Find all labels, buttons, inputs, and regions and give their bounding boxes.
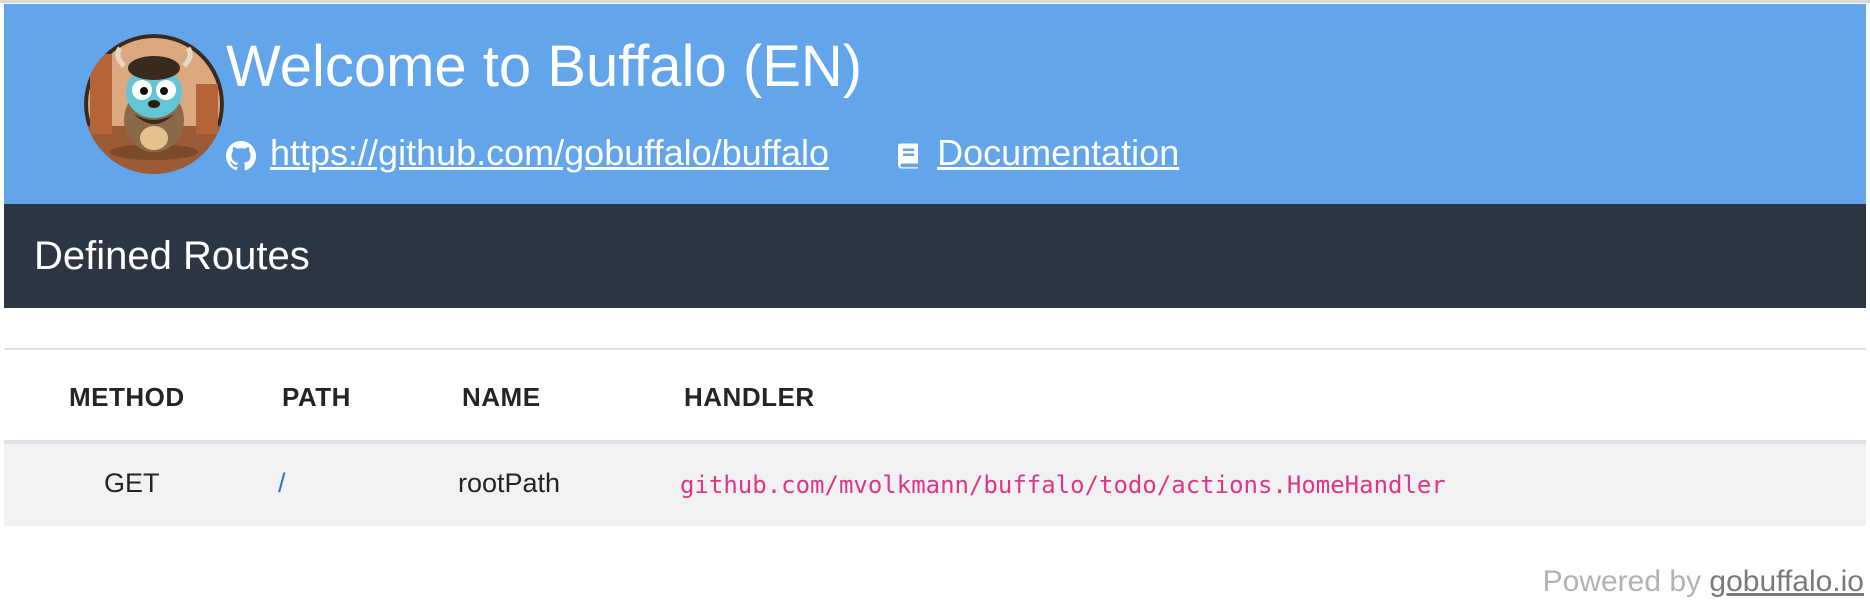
column-header-path: PATH: [282, 382, 351, 412]
footer: Powered by gobuffalo.io: [1543, 565, 1864, 599]
github-link-label: https://github.com/gobuffalo/buffalo: [270, 132, 830, 173]
page-header: Welcome to Buffalo (EN) https://github.c…: [4, 4, 1866, 204]
github-icon: [226, 138, 256, 171]
column-header-handler: HANDLER: [684, 382, 815, 412]
routes-title: Defined Routes: [34, 234, 310, 278]
column-header-method: METHOD: [69, 382, 185, 412]
github-link[interactable]: https://github.com/gobuffalo/buffalo: [226, 132, 829, 174]
route-handler: github.com/mvolkmann/buffalo/todo/action…: [680, 471, 1446, 499]
page-title: Welcome to Buffalo (EN): [226, 34, 863, 99]
gobuffalo-link[interactable]: gobuffalo.io: [1709, 565, 1864, 598]
footer-powered-by: Powered by: [1542, 565, 1710, 598]
documentation-link[interactable]: Documentation: [893, 132, 1179, 174]
buffalo-logo: [84, 34, 224, 174]
book-icon: [893, 138, 923, 169]
table-header-row: METHOD PATH NAME HANDLER: [4, 350, 1866, 440]
route-name: rootPath: [458, 468, 561, 498]
top-border: [0, 0, 1870, 3]
routes-section-header: Defined Routes: [4, 204, 1866, 308]
route-path-link[interactable]: /: [278, 468, 286, 499]
column-header-name: NAME: [462, 382, 541, 412]
documentation-link-label: Documentation: [937, 132, 1180, 173]
table-row: GET / rootPath github.com/mvolkmann/buff…: [4, 444, 1866, 526]
header-links: https://github.com/gobuffalo/buffalo Doc…: [226, 132, 1179, 174]
route-method: GET: [104, 468, 160, 498]
